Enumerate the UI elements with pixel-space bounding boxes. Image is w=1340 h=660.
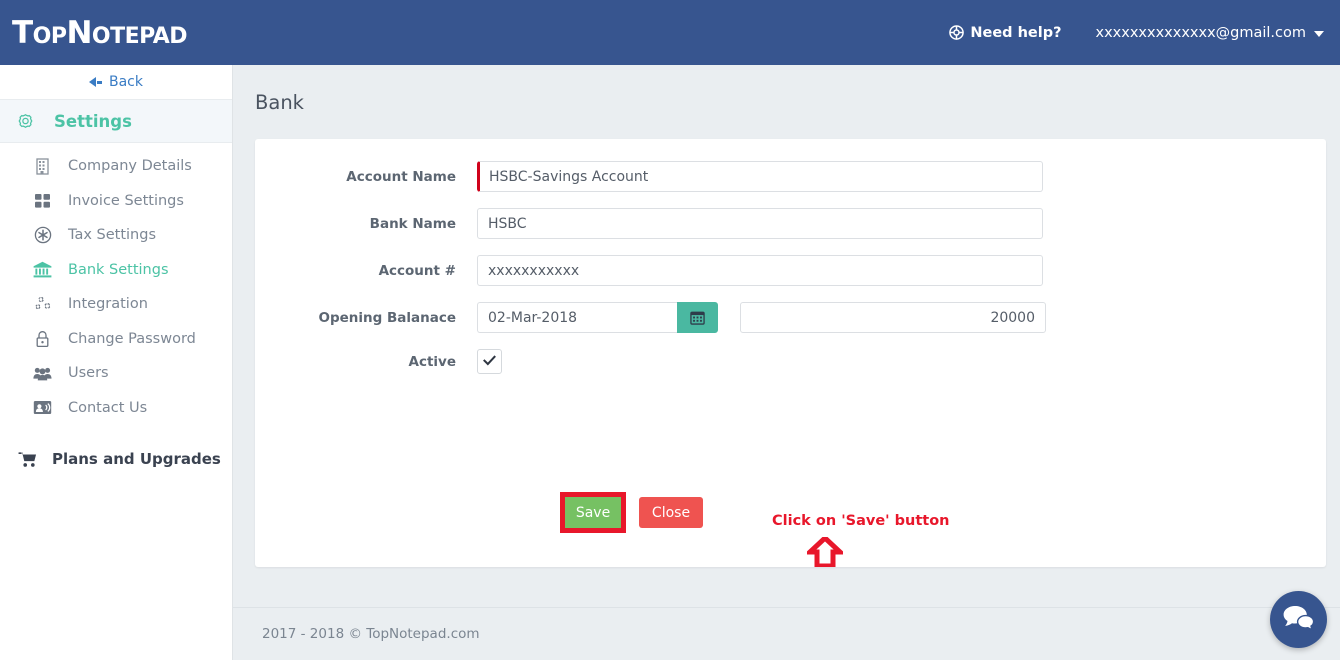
page-title: Bank: [255, 91, 304, 114]
footer: 2017 - 2018 © TopNotepad.com: [233, 607, 1340, 660]
sidebar-settings-label: Settings: [54, 111, 132, 131]
sidebar-item-label: Users: [68, 365, 109, 382]
form-row-bank-name: Bank Name: [255, 208, 1326, 239]
users-icon: [33, 364, 52, 383]
sidebar-item-label: Company Details: [68, 158, 192, 175]
gears-icon: [33, 295, 52, 314]
asterisk-circle-icon: [33, 226, 52, 245]
account-number-label: Account #: [378, 262, 456, 279]
close-button[interactable]: Close: [639, 497, 703, 528]
back-label: Back: [109, 74, 143, 90]
contact-card-icon: [33, 398, 52, 417]
back-link[interactable]: Back: [0, 65, 232, 100]
opening-balance-amount-wrap: [740, 302, 1046, 333]
sidebar-item-label: Invoice Settings: [68, 192, 184, 209]
sidebar-item-plans-and-upgrades[interactable]: Plans and Upgrades: [0, 439, 232, 479]
lock-icon: [33, 329, 52, 348]
bank-name-input[interactable]: [477, 208, 1043, 239]
sidebar-item-change-password[interactable]: Change Password: [0, 322, 232, 357]
account-name-label: Account Name: [346, 168, 456, 185]
cart-icon: [18, 450, 37, 469]
opening-balance-date-input[interactable]: [477, 302, 677, 333]
sidebar-item-contact-us[interactable]: Contact Us: [0, 391, 232, 426]
sidebar-item-label: Contact Us: [68, 399, 148, 416]
footer-copyright: 2017 - 2018 © TopNotepad.com: [262, 626, 480, 642]
sidebar-item-tax-settings[interactable]: Tax Settings: [0, 218, 232, 253]
form-row-active: Active: [255, 349, 1326, 374]
annotation-text: Click on 'Save' button: [772, 513, 950, 529]
header-right-group: Need help? xxxxxxxxxxxxxx@gmail.com: [949, 25, 1324, 41]
arrow-up-icon: [803, 534, 847, 569]
form-row-account-number: Account #: [255, 255, 1326, 286]
user-email-label: xxxxxxxxxxxxxx@gmail.com: [1095, 24, 1306, 41]
caret-down-icon: [1314, 30, 1324, 37]
sidebar-item-users[interactable]: Users: [0, 356, 232, 391]
sidebar-item-label: Change Password: [68, 330, 196, 347]
main-content: Bank Account Name Bank Name Account # Op…: [233, 65, 1340, 660]
sidebar-item-label: Integration: [68, 296, 148, 313]
sidebar-section-settings[interactable]: Settings: [0, 100, 232, 143]
sidebar-item-label: Bank Settings: [68, 261, 169, 278]
form-row-account-name: Account Name: [255, 161, 1326, 192]
account-number-input[interactable]: [477, 255, 1043, 286]
bank-form-card: Account Name Bank Name Account # Opening…: [255, 139, 1326, 569]
sidebar-item-invoice-settings[interactable]: Invoice Settings: [0, 184, 232, 219]
chat-bubbles-icon: [1282, 604, 1315, 636]
building-icon: [33, 157, 52, 176]
active-label: Active: [408, 353, 457, 370]
sidebar-item-label: Tax Settings: [68, 227, 157, 244]
account-name-input[interactable]: [477, 161, 1043, 192]
calendar-picker-button[interactable]: [677, 302, 718, 333]
sidebar-menu: Company Details Invoice Settings Tax Set…: [0, 143, 232, 425]
need-help-link[interactable]: Need help?: [949, 24, 1062, 41]
chat-widget-button[interactable]: [1270, 591, 1327, 648]
arrow-left-icon: [89, 77, 96, 87]
bank-name-label: Bank Name: [369, 215, 456, 232]
form-row-opening-balance: Opening Balanace: [255, 302, 1326, 333]
gear-icon: [16, 112, 35, 131]
check-icon: [483, 353, 496, 371]
grid-icon: [33, 191, 52, 210]
life-ring-icon: [949, 25, 965, 40]
top-header-bar: TopNotepad Need help? xxxxxxxxxxxxxx@gma…: [0, 0, 1340, 65]
save-button[interactable]: Save: [565, 497, 621, 528]
need-help-label: Need help?: [970, 24, 1062, 41]
opening-balance-label: Opening Balanace: [318, 309, 456, 326]
arrow-left-tail: [97, 80, 102, 84]
sidebar-item-bank-settings[interactable]: Bank Settings: [0, 253, 232, 288]
app-root: TopNotepad Need help? xxxxxxxxxxxxxx@gma…: [0, 0, 1340, 660]
save-button-highlight: Save: [560, 492, 626, 533]
plans-label: Plans and Upgrades: [52, 450, 221, 468]
sidebar-item-company-details[interactable]: Company Details: [0, 149, 232, 184]
sidebar: Back Settings Company Details Invoice Se…: [0, 65, 233, 660]
calendar-icon: [690, 310, 705, 325]
app-logo[interactable]: TopNotepad: [12, 15, 188, 51]
active-checkbox[interactable]: [477, 349, 502, 374]
bank-icon: [33, 260, 52, 279]
user-account-menu[interactable]: xxxxxxxxxxxxxx@gmail.com: [1096, 25, 1324, 41]
opening-balance-amount-input[interactable]: [740, 302, 1046, 333]
sidebar-item-integration[interactable]: Integration: [0, 287, 232, 322]
